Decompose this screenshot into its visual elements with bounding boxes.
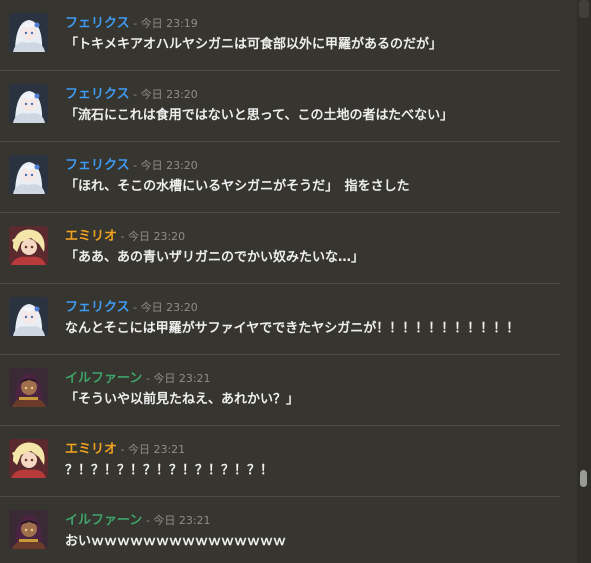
timestamp: - 今日 23:20 bbox=[129, 159, 198, 172]
author-name[interactable]: イルファーン bbox=[65, 513, 142, 528]
message-header: フェリクス - 今日 23:20 bbox=[65, 155, 198, 175]
timestamp: - 今日 23:20 bbox=[129, 301, 198, 314]
author-name[interactable]: エミリオ bbox=[65, 442, 117, 457]
chat-log[interactable]: フェリクス - 今日 23:19 「トキメキアオハルヤシガニは可食部以外に甲羅が… bbox=[0, 0, 577, 563]
timestamp: - 今日 23:20 bbox=[117, 230, 186, 243]
author-name[interactable]: エミリオ bbox=[65, 229, 117, 244]
message-item: イルファーン - 今日 23:21 おいｗｗｗｗｗｗｗｗｗｗｗｗｗｗｗ bbox=[0, 497, 560, 563]
message-item: エミリオ - 今日 23:20 「ああ、あの青いザリガニのでかい奴みたいな…」 bbox=[0, 213, 560, 284]
message-item: エミリオ - 今日 23:21 ？！？！？！？！？！？！？！？！ bbox=[0, 426, 560, 497]
timestamp: - 今日 23:20 bbox=[129, 88, 198, 101]
message-item: フェリクス - 今日 23:19 「トキメキアオハルヤシガニは可食部以外に甲羅が… bbox=[0, 0, 560, 71]
message-header: エミリオ - 今日 23:21 bbox=[65, 439, 185, 459]
message-text: 「そういや以前見たねえ、あれかい？」 bbox=[65, 392, 300, 407]
felix-avatar[interactable] bbox=[9, 84, 48, 123]
author-name[interactable]: イルファーン bbox=[65, 371, 142, 386]
message-header: イルファーン - 今日 23:21 bbox=[65, 510, 211, 530]
scrollbar-top-cap bbox=[579, 0, 589, 18]
ilfarn-avatar[interactable] bbox=[9, 368, 48, 407]
author-name[interactable]: フェリクス bbox=[65, 87, 130, 102]
felix-avatar[interactable] bbox=[9, 155, 48, 194]
message-text: 「流石にこれは食用ではないと思って、この土地の者はたべない」 bbox=[65, 108, 454, 123]
ilfarn-avatar[interactable] bbox=[9, 510, 48, 549]
message-text: 「ほれ、そこの水槽にいるヤシガニがそうだ」 指をさした bbox=[65, 179, 410, 194]
felix-avatar[interactable] bbox=[9, 13, 48, 52]
message-text: 「トキメキアオハルヤシガニは可食部以外に甲羅があるのだが」 bbox=[65, 37, 443, 52]
message-header: フェリクス - 今日 23:20 bbox=[65, 84, 198, 104]
message-text: ？！？！？！？！？！？！？！？！ bbox=[65, 463, 274, 478]
message-header: イルファーン - 今日 23:21 bbox=[65, 368, 211, 388]
timestamp: - 今日 23:21 bbox=[142, 372, 211, 385]
emilio-avatar[interactable] bbox=[9, 439, 48, 478]
scrollbar-thumb[interactable] bbox=[580, 470, 587, 487]
message-item: フェリクス - 今日 23:20 「流石にこれは食用ではないと思って、この土地の… bbox=[0, 71, 560, 142]
timestamp: - 今日 23:21 bbox=[117, 443, 186, 456]
felix-avatar[interactable] bbox=[9, 297, 48, 336]
timestamp: - 今日 23:21 bbox=[142, 514, 211, 527]
scrollbar[interactable] bbox=[577, 0, 591, 563]
message-header: エミリオ - 今日 23:20 bbox=[65, 226, 185, 246]
author-name[interactable]: フェリクス bbox=[65, 300, 130, 315]
author-name[interactable]: フェリクス bbox=[65, 16, 130, 31]
message-text: 「ああ、あの青いザリガニのでかい奴みたいな…」 bbox=[65, 250, 365, 265]
message-text: なんとそこには甲羅がサファイヤでできたヤシガニが！！！！！！！！！！！ bbox=[65, 321, 520, 336]
author-name[interactable]: フェリクス bbox=[65, 158, 130, 173]
timestamp: - 今日 23:19 bbox=[129, 17, 198, 30]
message-text: おいｗｗｗｗｗｗｗｗｗｗｗｗｗｗｗ bbox=[65, 534, 287, 549]
message-item: フェリクス - 今日 23:20 なんとそこには甲羅がサファイヤでできたヤシガニ… bbox=[0, 284, 560, 355]
message-header: フェリクス - 今日 23:19 bbox=[65, 13, 198, 33]
emilio-avatar[interactable] bbox=[9, 226, 48, 265]
message-item: フェリクス - 今日 23:20 「ほれ、そこの水槽にいるヤシガニがそうだ」 指… bbox=[0, 142, 560, 213]
message-item: イルファーン - 今日 23:21 「そういや以前見たねえ、あれかい？」 bbox=[0, 355, 560, 426]
message-header: フェリクス - 今日 23:20 bbox=[65, 297, 198, 317]
